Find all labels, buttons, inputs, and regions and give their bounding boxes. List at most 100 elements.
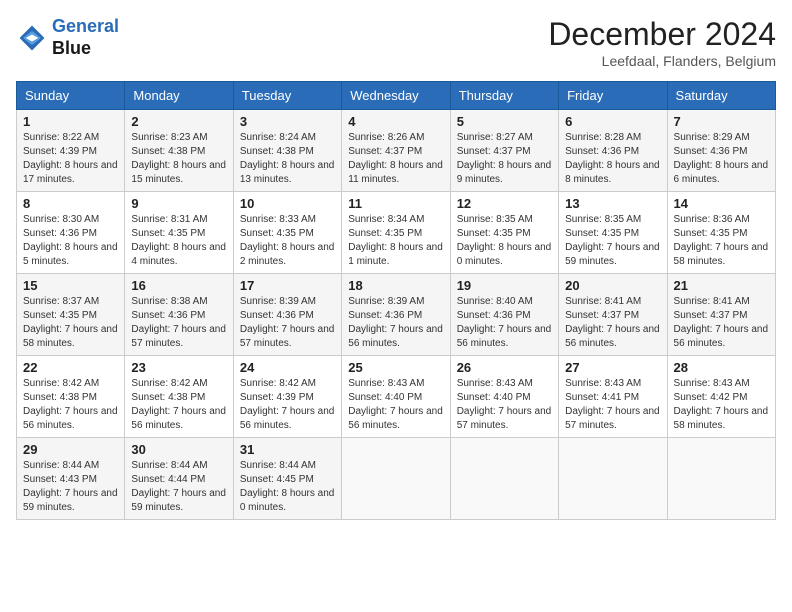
- calendar-cell: 29 Sunrise: 8:44 AM Sunset: 4:43 PM Dayli…: [17, 438, 125, 520]
- calendar-cell: 28Sunrise: 8:43 AM Sunset: 4:42 PM Dayli…: [667, 356, 775, 438]
- day-number: 24: [240, 360, 335, 375]
- calendar-week-5: 29 Sunrise: 8:44 AM Sunset: 4:43 PM Dayli…: [17, 438, 776, 520]
- calendar-cell: 31Sunrise: 8:44 AM Sunset: 4:45 PM Dayli…: [233, 438, 341, 520]
- day-info: Sunrise: 8:41 AM Sunset: 4:37 PM Dayligh…: [674, 295, 769, 351]
- day-number: 4: [348, 114, 443, 129]
- day-info: Sunrise: 8:36 AM Sunset: 4:35 PM Dayligh…: [674, 213, 769, 269]
- calendar-week-2: 8 Sunrise: 8:30 AM Sunset: 4:36 PM Daylig…: [17, 192, 776, 274]
- calendar-cell: 7 Sunrise: 8:29 AM Sunset: 4:36 PM Daylig…: [667, 110, 775, 192]
- day-number: 10: [240, 196, 335, 211]
- calendar-cell: [450, 438, 558, 520]
- header-tuesday: Tuesday: [233, 82, 341, 110]
- day-info: Sunrise: 8:42 AM Sunset: 4:38 PM Dayligh…: [23, 377, 118, 433]
- day-info: Sunrise: 8:22 AM Sunset: 4:39 PM Dayligh…: [23, 131, 118, 187]
- header-thursday: Thursday: [450, 82, 558, 110]
- title-block: December 2024 Leefdaal, Flanders, Belgiu…: [548, 16, 776, 69]
- calendar-cell: 19 Sunrise: 8:40 AM Sunset: 4:36 PM Dayli…: [450, 274, 558, 356]
- day-info: Sunrise: 8:44 AM Sunset: 4:45 PM Dayligh…: [240, 459, 335, 515]
- day-number: 20: [565, 278, 660, 293]
- calendar-cell: 14 Sunrise: 8:36 AM Sunset: 4:35 PM Dayli…: [667, 192, 775, 274]
- day-info: Sunrise: 8:44 AM Sunset: 4:43 PM Dayligh…: [23, 459, 118, 515]
- calendar-cell: 5 Sunrise: 8:27 AM Sunset: 4:37 PM Daylig…: [450, 110, 558, 192]
- day-info: Sunrise: 8:31 AM Sunset: 4:35 PM Dayligh…: [131, 213, 226, 269]
- day-info: Sunrise: 8:38 AM Sunset: 4:36 PM Dayligh…: [131, 295, 226, 351]
- calendar-cell: 11 Sunrise: 8:34 AM Sunset: 4:35 PM Dayli…: [342, 192, 450, 274]
- calendar-cell: 13 Sunrise: 8:35 AM Sunset: 4:35 PM Dayli…: [559, 192, 667, 274]
- logo-icon: [16, 22, 48, 54]
- day-number: 1: [23, 114, 118, 129]
- header-wednesday: Wednesday: [342, 82, 450, 110]
- day-info: Sunrise: 8:27 AM Sunset: 4:37 PM Dayligh…: [457, 131, 552, 187]
- logo: General Blue: [16, 16, 119, 59]
- calendar-cell: [667, 438, 775, 520]
- day-info: Sunrise: 8:35 AM Sunset: 4:35 PM Dayligh…: [457, 213, 552, 269]
- day-info: Sunrise: 8:26 AM Sunset: 4:37 PM Dayligh…: [348, 131, 443, 187]
- day-info: Sunrise: 8:28 AM Sunset: 4:36 PM Dayligh…: [565, 131, 660, 187]
- day-info: Sunrise: 8:35 AM Sunset: 4:35 PM Dayligh…: [565, 213, 660, 269]
- day-number: 21: [674, 278, 769, 293]
- calendar-cell: 27 Sunrise: 8:43 AM Sunset: 4:41 PM Dayli…: [559, 356, 667, 438]
- calendar-cell: [342, 438, 450, 520]
- day-number: 3: [240, 114, 335, 129]
- day-number: 27: [565, 360, 660, 375]
- calendar-cell: 15Sunrise: 8:37 AM Sunset: 4:35 PM Dayli…: [17, 274, 125, 356]
- calendar-cell: 16 Sunrise: 8:38 AM Sunset: 4:36 PM Dayli…: [125, 274, 233, 356]
- day-info: Sunrise: 8:41 AM Sunset: 4:37 PM Dayligh…: [565, 295, 660, 351]
- day-number: 26: [457, 360, 552, 375]
- calendar-cell: 25Sunrise: 8:43 AM Sunset: 4:40 PM Dayli…: [342, 356, 450, 438]
- day-number: 30: [131, 442, 226, 457]
- header-saturday: Saturday: [667, 82, 775, 110]
- day-info: Sunrise: 8:43 AM Sunset: 4:40 PM Dayligh…: [348, 377, 443, 433]
- header-monday: Monday: [125, 82, 233, 110]
- day-info: Sunrise: 8:40 AM Sunset: 4:36 PM Dayligh…: [457, 295, 552, 351]
- day-number: 22: [23, 360, 118, 375]
- day-number: 14: [674, 196, 769, 211]
- calendar-cell: 22 Sunrise: 8:42 AM Sunset: 4:38 PM Dayli…: [17, 356, 125, 438]
- day-number: 7: [674, 114, 769, 129]
- header-friday: Friday: [559, 82, 667, 110]
- day-info: Sunrise: 8:39 AM Sunset: 4:36 PM Dayligh…: [348, 295, 443, 351]
- calendar-cell: 12 Sunrise: 8:35 AM Sunset: 4:35 PM Dayli…: [450, 192, 558, 274]
- day-number: 29: [23, 442, 118, 457]
- day-info: Sunrise: 8:43 AM Sunset: 4:42 PM Dayligh…: [674, 377, 769, 433]
- day-number: 16: [131, 278, 226, 293]
- calendar-cell: 2 Sunrise: 8:23 AM Sunset: 4:38 PM Daylig…: [125, 110, 233, 192]
- day-number: 18: [348, 278, 443, 293]
- day-info: Sunrise: 8:43 AM Sunset: 4:41 PM Dayligh…: [565, 377, 660, 433]
- calendar-cell: 30Sunrise: 8:44 AM Sunset: 4:44 PM Dayli…: [125, 438, 233, 520]
- day-number: 17: [240, 278, 335, 293]
- day-info: Sunrise: 8:29 AM Sunset: 4:36 PM Dayligh…: [674, 131, 769, 187]
- day-info: Sunrise: 8:39 AM Sunset: 4:36 PM Dayligh…: [240, 295, 335, 351]
- calendar-cell: 24 Sunrise: 8:42 AM Sunset: 4:39 PM Dayli…: [233, 356, 341, 438]
- calendar-header-row: SundayMondayTuesdayWednesdayThursdayFrid…: [17, 82, 776, 110]
- day-info: Sunrise: 8:24 AM Sunset: 4:38 PM Dayligh…: [240, 131, 335, 187]
- day-number: 12: [457, 196, 552, 211]
- calendar-cell: 17 Sunrise: 8:39 AM Sunset: 4:36 PM Dayli…: [233, 274, 341, 356]
- calendar-cell: 10Sunrise: 8:33 AM Sunset: 4:35 PM Dayli…: [233, 192, 341, 274]
- day-number: 23: [131, 360, 226, 375]
- day-number: 19: [457, 278, 552, 293]
- day-info: Sunrise: 8:30 AM Sunset: 4:36 PM Dayligh…: [23, 213, 118, 269]
- header-sunday: Sunday: [17, 82, 125, 110]
- calendar-cell: 26 Sunrise: 8:43 AM Sunset: 4:40 PM Dayli…: [450, 356, 558, 438]
- calendar-cell: [559, 438, 667, 520]
- day-number: 5: [457, 114, 552, 129]
- calendar-cell: 23Sunrise: 8:42 AM Sunset: 4:38 PM Dayli…: [125, 356, 233, 438]
- calendar-cell: 3 Sunrise: 8:24 AM Sunset: 4:38 PM Daylig…: [233, 110, 341, 192]
- calendar-cell: 6 Sunrise: 8:28 AM Sunset: 4:36 PM Daylig…: [559, 110, 667, 192]
- day-number: 11: [348, 196, 443, 211]
- day-info: Sunrise: 8:42 AM Sunset: 4:39 PM Dayligh…: [240, 377, 335, 433]
- day-number: 8: [23, 196, 118, 211]
- day-number: 13: [565, 196, 660, 211]
- day-info: Sunrise: 8:23 AM Sunset: 4:38 PM Dayligh…: [131, 131, 226, 187]
- day-info: Sunrise: 8:34 AM Sunset: 4:35 PM Dayligh…: [348, 213, 443, 269]
- calendar-week-1: 1 Sunrise: 8:22 AM Sunset: 4:39 PM Daylig…: [17, 110, 776, 192]
- day-number: 6: [565, 114, 660, 129]
- calendar-week-3: 15Sunrise: 8:37 AM Sunset: 4:35 PM Dayli…: [17, 274, 776, 356]
- calendar-week-4: 22 Sunrise: 8:42 AM Sunset: 4:38 PM Dayli…: [17, 356, 776, 438]
- page-header: General Blue December 2024 Leefdaal, Fla…: [16, 16, 776, 69]
- calendar-table: SundayMondayTuesdayWednesdayThursdayFrid…: [16, 81, 776, 520]
- calendar-cell: 18 Sunrise: 8:39 AM Sunset: 4:36 PM Dayli…: [342, 274, 450, 356]
- day-info: Sunrise: 8:43 AM Sunset: 4:40 PM Dayligh…: [457, 377, 552, 433]
- day-number: 2: [131, 114, 226, 129]
